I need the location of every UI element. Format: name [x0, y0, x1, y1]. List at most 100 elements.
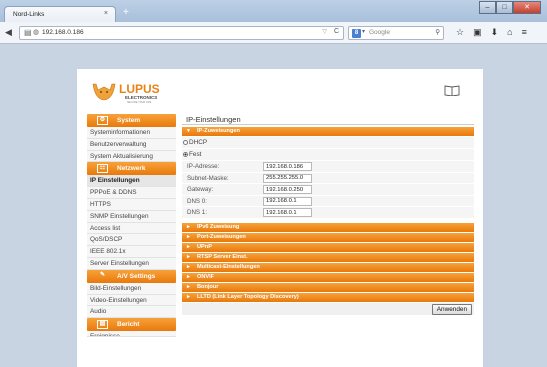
maximize-icon[interactable]: □ — [496, 1, 513, 14]
menu-header-label: System — [117, 117, 141, 124]
new-tab-button[interactable]: + — [123, 7, 129, 18]
section-label: Port-Zuweisungen — [197, 233, 246, 240]
chevron-right-icon: ▸ — [187, 253, 190, 260]
dns0-field[interactable] — [263, 196, 312, 206]
window-controls: – □ ✕ — [479, 1, 541, 14]
menu-item-server-einstellungen[interactable]: Server Einstellungen — [87, 257, 176, 270]
url-text: 192.168.0.186 — [42, 29, 84, 36]
menu-item-ieee-8021x[interactable]: IEEE 802.1x — [87, 246, 176, 258]
menu-item-snmp[interactable]: SNMP Einstellungen — [87, 210, 176, 223]
menu-header-netzwerk[interactable]: ☷ Netzwerk — [87, 162, 176, 176]
radio-dhcp-row[interactable]: DHCP — [182, 137, 474, 149]
radio-dhcp[interactable] — [183, 140, 188, 145]
tab-title: Nord-Links — [13, 11, 45, 18]
ip-address-field[interactable] — [263, 162, 312, 171]
menu-header-bericht[interactable]: ▤ Bericht — [87, 318, 176, 332]
gateway-field[interactable] — [263, 185, 312, 194]
menu-header-label: A/V Settings — [117, 272, 156, 280]
section-label: LLTD (Link Layer Topology Discovery) — [197, 293, 299, 300]
search-engine-icon[interactable]: 8 — [352, 29, 361, 38]
section-onvif[interactable]: ▸ ONVIF — [182, 272, 474, 282]
section-port-zuweisungen[interactable]: ▸ Port-Zuweisungen — [182, 232, 474, 242]
page-title: IP-Einstellungen — [182, 114, 474, 125]
toolbar-icons: ☆ ▣ ⬇ ⌂ ≡ — [456, 27, 527, 38]
section-label: RTSP Server Einst. — [197, 253, 248, 260]
menu-header-av-settings[interactable]: ✎ A/V Settings — [87, 269, 176, 283]
navigation-bar: ◀ ▤ ◍ 192.168.0.186 ▽ C 8 ▾ Google ⚲ ☆ ▣… — [0, 22, 547, 44]
menu-item-qos-dscp[interactable]: QoS/DSCP — [87, 234, 176, 247]
browser-tab[interactable]: Nord-Links × — [4, 6, 116, 23]
dns1-field[interactable] — [263, 208, 312, 217]
chevron-down-icon: ▾ — [187, 128, 190, 134]
logo-brand-text: LUPUS — [119, 82, 160, 96]
section-ip-zuweisungen[interactable]: ▾ IP-Zuweisungen — [182, 127, 474, 136]
section-bonjour[interactable]: ▸ Bonjour — [182, 282, 474, 292]
menu-item-audio[interactable]: Audio — [87, 306, 176, 319]
menu-header-label: Netzwerk — [117, 165, 146, 173]
menu-item-benutzerverwaltung[interactable]: Benutzerverwaltung — [87, 138, 176, 151]
globe-icon: ◍ — [33, 29, 40, 36]
chevron-right-icon: ▸ — [187, 273, 190, 280]
menu-item-ereignisse[interactable]: Ereignisse — [87, 331, 176, 338]
menu-icon[interactable]: ≡ — [522, 27, 527, 38]
minimize-icon[interactable]: – — [479, 1, 496, 14]
dns0-row: DNS 0: — [182, 195, 474, 207]
url-dropdown-icon[interactable]: ▽ — [322, 28, 327, 35]
back-arrow-icon[interactable]: ◀ — [5, 27, 12, 38]
home-icon[interactable]: ⌂ — [507, 27, 512, 38]
chevron-right-icon: ▸ — [187, 263, 190, 270]
bookmarks-list-icon[interactable]: ▣ — [473, 27, 482, 38]
section-label: IP-Zuweisungen — [197, 128, 240, 134]
gateway-row: Gateway: — [182, 184, 474, 196]
tab-close-icon[interactable]: × — [104, 10, 108, 17]
subnet-mask-label: Subnet-Maske: — [187, 174, 229, 182]
menu-header-system[interactable]: ⚙ System — [87, 114, 176, 127]
radio-fest-row[interactable]: Fest — [182, 149, 474, 161]
close-window-icon[interactable]: ✕ — [513, 1, 541, 14]
search-bar[interactable]: 8 ▾ Google ⚲ — [348, 26, 444, 40]
chevron-right-icon: ▸ — [187, 283, 190, 290]
chevron-right-icon: ▸ — [187, 223, 190, 230]
search-placeholder: Google — [369, 29, 390, 36]
logo-tagline: SECURE YOUR LIFE — [127, 101, 152, 104]
download-icon[interactable]: ⬇ — [491, 27, 499, 38]
section-lltd[interactable]: ▸ LLTD (Link Layer Topology Discovery) — [182, 292, 474, 302]
menu-item-pppoe-ddns[interactable]: PPPoE & DDNS — [87, 187, 176, 199]
section-ipv6-zuweisung[interactable]: ▸ IPv6 Zuweisung — [182, 222, 474, 232]
menu-item-access-list[interactable]: Access list — [87, 222, 176, 235]
dns0-label: DNS 0: — [187, 197, 207, 205]
report-icon: ▤ — [97, 320, 108, 330]
menu-item-video-einstellungen[interactable]: Video-Einstellungen — [87, 294, 176, 307]
menu-item-ip-einstellungen[interactable]: IP Einstellungen — [87, 175, 176, 188]
search-engine-dropdown-icon[interactable]: ▾ — [362, 28, 365, 35]
sidebar-menu: ⚙ System Systeminformationen Benutzerver… — [87, 114, 176, 338]
menu-item-https[interactable]: HTTPS — [87, 198, 176, 211]
menu-item-system-aktualisierung[interactable]: System Aktualisierung — [87, 150, 176, 163]
bookmark-star-icon[interactable]: ☆ — [456, 27, 464, 38]
search-icon[interactable]: ⚲ — [435, 28, 440, 36]
ip-settings-panel: IP-Einstellungen ▾ IP-Zuweisungen DHCP Fe… — [182, 114, 474, 315]
chevron-right-icon: ▸ — [187, 293, 190, 300]
network-icon: ☷ — [97, 164, 108, 174]
url-bar[interactable]: ▤ ◍ 192.168.0.186 ▽ C — [19, 26, 344, 40]
radio-fest[interactable] — [183, 152, 188, 157]
section-rtsp-server[interactable]: ▸ RTSP Server Einst. — [182, 252, 474, 262]
radio-fest-label: Fest — [189, 151, 202, 158]
chevron-right-icon: ▸ — [187, 243, 190, 250]
section-label: ONVIF — [197, 273, 215, 280]
apply-button[interactable]: Anwenden — [431, 303, 472, 315]
wrench-icon: ✎ — [99, 271, 106, 278]
section-upnp[interactable]: ▸ UPnP — [182, 242, 474, 252]
menu-header-label: Bericht — [117, 321, 140, 329]
logo-sub-text: ELECTRONICS — [125, 95, 157, 100]
window-titlebar: Nord-Links × + – □ ✕ — [0, 0, 547, 23]
dns1-row: DNS 1: — [182, 207, 474, 219]
menu-item-bild-einstellungen[interactable]: Bild-Einstellungen — [87, 282, 176, 295]
reload-icon[interactable]: C — [334, 28, 339, 35]
apply-bar: Anwenden — [182, 302, 474, 315]
subnet-mask-field[interactable] — [263, 173, 312, 183]
section-multicast[interactable]: ▸ Multicast-Einstellungen — [182, 262, 474, 272]
page-icon: ▤ — [24, 28, 32, 37]
menu-item-systeminformationen[interactable]: Systeminformationen — [87, 127, 176, 139]
manual-book-icon[interactable] — [444, 84, 460, 96]
